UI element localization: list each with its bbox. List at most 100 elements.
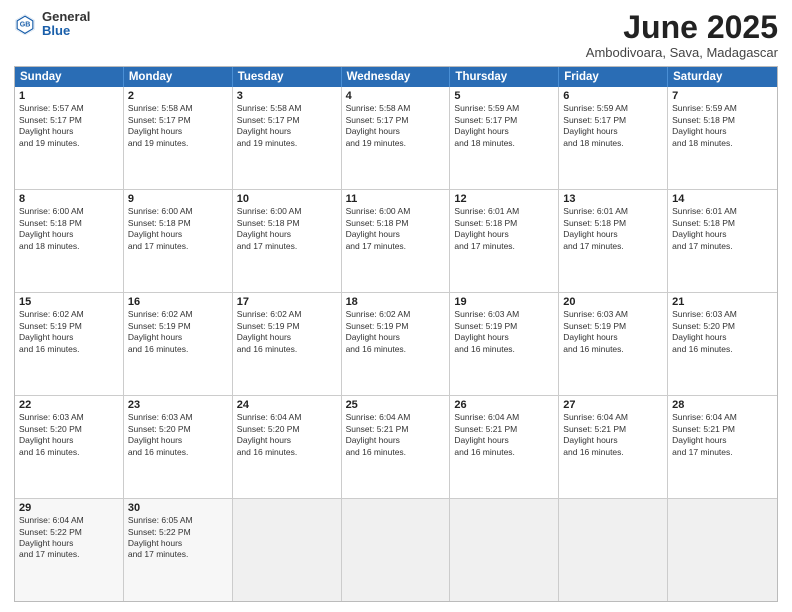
weekday-friday: Friday: [559, 67, 668, 87]
day-number: 6: [563, 90, 663, 102]
calendar-week-2: 8 Sunrise: 6:00 AM Sunset: 5:18 PM Dayli…: [15, 189, 777, 292]
logo-text: General Blue: [42, 10, 90, 39]
logo-general: General: [42, 10, 90, 24]
day-cell-3: 3 Sunrise: 5:58 AM Sunset: 5:17 PM Dayli…: [233, 87, 342, 189]
day-number: 25: [346, 399, 446, 411]
day-cell-7: 7 Sunrise: 5:59 AM Sunset: 5:18 PM Dayli…: [668, 87, 777, 189]
day-number: 20: [563, 296, 663, 308]
day-info: Sunrise: 5:58 AM Sunset: 5:17 PM Dayligh…: [128, 103, 228, 149]
day-info: Sunrise: 6:01 AM Sunset: 5:18 PM Dayligh…: [454, 206, 554, 252]
day-info: Sunrise: 6:00 AM Sunset: 5:18 PM Dayligh…: [128, 206, 228, 252]
svg-text:GB: GB: [20, 22, 31, 29]
day-info: Sunrise: 6:02 AM Sunset: 5:19 PM Dayligh…: [346, 309, 446, 355]
weekday-tuesday: Tuesday: [233, 67, 342, 87]
day-info: Sunrise: 6:04 AM Sunset: 5:20 PM Dayligh…: [237, 412, 337, 458]
empty-cell: [668, 499, 777, 601]
day-cell-9: 9 Sunrise: 6:00 AM Sunset: 5:18 PM Dayli…: [124, 190, 233, 292]
day-info: Sunrise: 6:04 AM Sunset: 5:21 PM Dayligh…: [346, 412, 446, 458]
day-cell-22: 22 Sunrise: 6:03 AM Sunset: 5:20 PM Dayl…: [15, 396, 124, 498]
day-info: Sunrise: 5:59 AM Sunset: 5:17 PM Dayligh…: [454, 103, 554, 149]
page-header: GB General Blue June 2025 Ambodivoara, S…: [14, 10, 778, 60]
day-number: 12: [454, 193, 554, 205]
day-cell-27: 27 Sunrise: 6:04 AM Sunset: 5:21 PM Dayl…: [559, 396, 668, 498]
day-info: Sunrise: 6:05 AM Sunset: 5:22 PM Dayligh…: [128, 515, 228, 561]
day-info: Sunrise: 5:58 AM Sunset: 5:17 PM Dayligh…: [346, 103, 446, 149]
weekday-monday: Monday: [124, 67, 233, 87]
day-number: 5: [454, 90, 554, 102]
day-cell-29: 29 Sunrise: 6:04 AM Sunset: 5:22 PM Dayl…: [15, 499, 124, 601]
day-cell-24: 24 Sunrise: 6:04 AM Sunset: 5:20 PM Dayl…: [233, 396, 342, 498]
day-number: 1: [19, 90, 119, 102]
day-cell-23: 23 Sunrise: 6:03 AM Sunset: 5:20 PM Dayl…: [124, 396, 233, 498]
day-number: 10: [237, 193, 337, 205]
day-cell-15: 15 Sunrise: 6:02 AM Sunset: 5:19 PM Dayl…: [15, 293, 124, 395]
day-cell-11: 11 Sunrise: 6:00 AM Sunset: 5:18 PM Dayl…: [342, 190, 451, 292]
day-info: Sunrise: 6:04 AM Sunset: 5:21 PM Dayligh…: [454, 412, 554, 458]
day-number: 27: [563, 399, 663, 411]
day-number: 11: [346, 193, 446, 205]
day-cell-25: 25 Sunrise: 6:04 AM Sunset: 5:21 PM Dayl…: [342, 396, 451, 498]
day-cell-19: 19 Sunrise: 6:03 AM Sunset: 5:19 PM Dayl…: [450, 293, 559, 395]
day-info: Sunrise: 5:59 AM Sunset: 5:17 PM Dayligh…: [563, 103, 663, 149]
month-title: June 2025: [586, 10, 778, 45]
empty-cell: [233, 499, 342, 601]
empty-cell: [450, 499, 559, 601]
day-cell-18: 18 Sunrise: 6:02 AM Sunset: 5:19 PM Dayl…: [342, 293, 451, 395]
day-info: Sunrise: 6:02 AM Sunset: 5:19 PM Dayligh…: [237, 309, 337, 355]
day-number: 29: [19, 502, 119, 514]
day-info: Sunrise: 6:00 AM Sunset: 5:18 PM Dayligh…: [19, 206, 119, 252]
day-info: Sunrise: 6:00 AM Sunset: 5:18 PM Dayligh…: [237, 206, 337, 252]
day-info: Sunrise: 5:58 AM Sunset: 5:17 PM Dayligh…: [237, 103, 337, 149]
location-subtitle: Ambodivoara, Sava, Madagascar: [586, 45, 778, 60]
day-info: Sunrise: 5:59 AM Sunset: 5:18 PM Dayligh…: [672, 103, 773, 149]
day-number: 24: [237, 399, 337, 411]
weekday-wednesday: Wednesday: [342, 67, 451, 87]
day-cell-16: 16 Sunrise: 6:02 AM Sunset: 5:19 PM Dayl…: [124, 293, 233, 395]
calendar-week-4: 22 Sunrise: 6:03 AM Sunset: 5:20 PM Dayl…: [15, 395, 777, 498]
day-number: 17: [237, 296, 337, 308]
logo: GB General Blue: [14, 10, 90, 39]
day-cell-14: 14 Sunrise: 6:01 AM Sunset: 5:18 PM Dayl…: [668, 190, 777, 292]
day-cell-26: 26 Sunrise: 6:04 AM Sunset: 5:21 PM Dayl…: [450, 396, 559, 498]
day-info: Sunrise: 6:03 AM Sunset: 5:20 PM Dayligh…: [19, 412, 119, 458]
calendar-grid: Sunday Monday Tuesday Wednesday Thursday…: [14, 66, 778, 602]
day-number: 8: [19, 193, 119, 205]
day-cell-5: 5 Sunrise: 5:59 AM Sunset: 5:17 PM Dayli…: [450, 87, 559, 189]
day-info: Sunrise: 6:01 AM Sunset: 5:18 PM Dayligh…: [563, 206, 663, 252]
day-info: Sunrise: 6:01 AM Sunset: 5:18 PM Dayligh…: [672, 206, 773, 252]
day-info: Sunrise: 6:03 AM Sunset: 5:20 PM Dayligh…: [128, 412, 228, 458]
calendar-week-3: 15 Sunrise: 6:02 AM Sunset: 5:19 PM Dayl…: [15, 292, 777, 395]
day-number: 23: [128, 399, 228, 411]
title-block: June 2025 Ambodivoara, Sava, Madagascar: [586, 10, 778, 60]
calendar-page: GB General Blue June 2025 Ambodivoara, S…: [0, 0, 792, 612]
day-cell-30: 30 Sunrise: 6:05 AM Sunset: 5:22 PM Dayl…: [124, 499, 233, 601]
day-cell-17: 17 Sunrise: 6:02 AM Sunset: 5:19 PM Dayl…: [233, 293, 342, 395]
day-cell-2: 2 Sunrise: 5:58 AM Sunset: 5:17 PM Dayli…: [124, 87, 233, 189]
day-number: 18: [346, 296, 446, 308]
day-info: Sunrise: 6:04 AM Sunset: 5:21 PM Dayligh…: [563, 412, 663, 458]
empty-cell: [342, 499, 451, 601]
calendar-week-1: 1 Sunrise: 5:57 AM Sunset: 5:17 PM Dayli…: [15, 87, 777, 189]
day-number: 3: [237, 90, 337, 102]
calendar-week-5: 29 Sunrise: 6:04 AM Sunset: 5:22 PM Dayl…: [15, 498, 777, 601]
day-number: 16: [128, 296, 228, 308]
weekday-thursday: Thursday: [450, 67, 559, 87]
day-info: Sunrise: 5:57 AM Sunset: 5:17 PM Dayligh…: [19, 103, 119, 149]
day-cell-12: 12 Sunrise: 6:01 AM Sunset: 5:18 PM Dayl…: [450, 190, 559, 292]
calendar-body: 1 Sunrise: 5:57 AM Sunset: 5:17 PM Dayli…: [15, 87, 777, 601]
logo-icon: GB: [14, 13, 36, 35]
weekday-sunday: Sunday: [15, 67, 124, 87]
day-info: Sunrise: 6:04 AM Sunset: 5:21 PM Dayligh…: [672, 412, 773, 458]
day-number: 7: [672, 90, 773, 102]
day-cell-21: 21 Sunrise: 6:03 AM Sunset: 5:20 PM Dayl…: [668, 293, 777, 395]
day-info: Sunrise: 6:00 AM Sunset: 5:18 PM Dayligh…: [346, 206, 446, 252]
day-number: 30: [128, 502, 228, 514]
day-info: Sunrise: 6:02 AM Sunset: 5:19 PM Dayligh…: [128, 309, 228, 355]
empty-cell: [559, 499, 668, 601]
day-number: 15: [19, 296, 119, 308]
day-cell-10: 10 Sunrise: 6:00 AM Sunset: 5:18 PM Dayl…: [233, 190, 342, 292]
day-number: 22: [19, 399, 119, 411]
day-info: Sunrise: 6:04 AM Sunset: 5:22 PM Dayligh…: [19, 515, 119, 561]
day-cell-20: 20 Sunrise: 6:03 AM Sunset: 5:19 PM Dayl…: [559, 293, 668, 395]
day-number: 13: [563, 193, 663, 205]
